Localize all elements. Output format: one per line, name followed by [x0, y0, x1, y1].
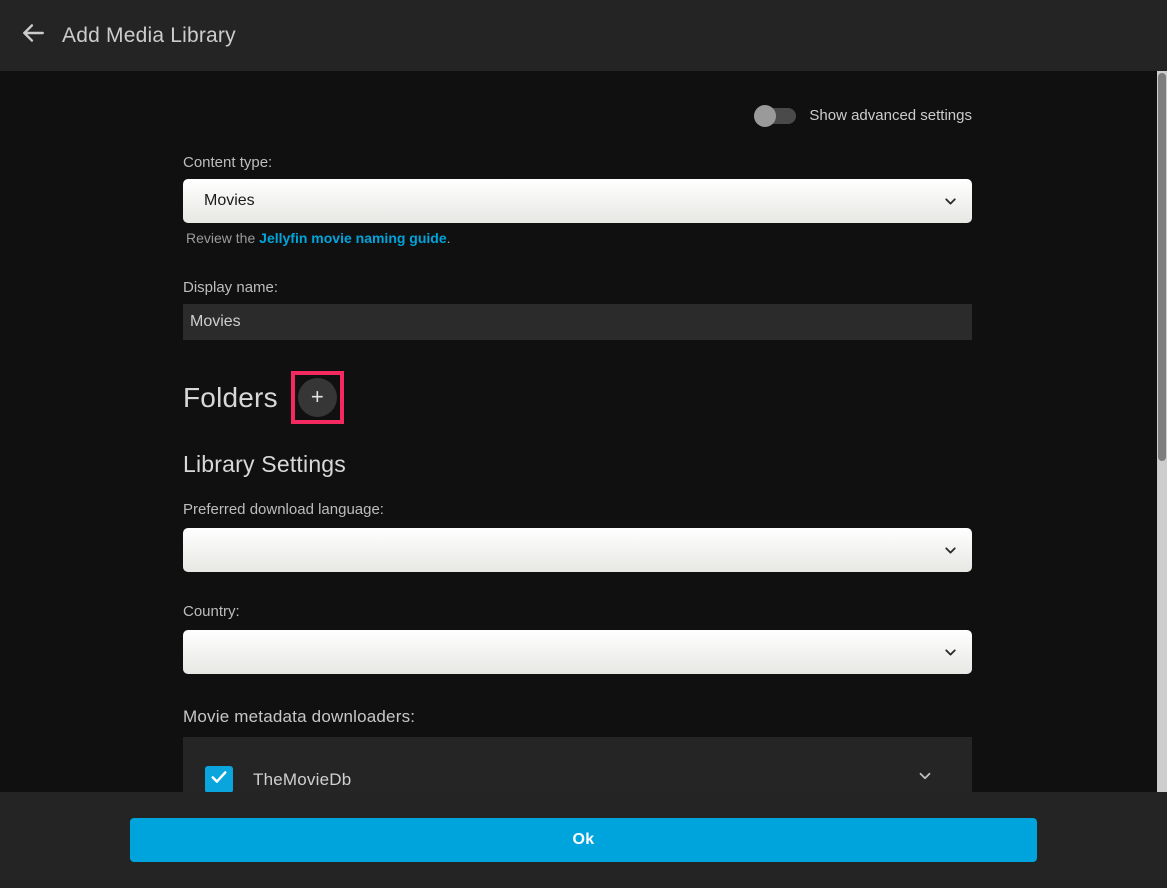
library-settings-heading: Library Settings	[183, 451, 972, 478]
preferred-language-select[interactable]	[183, 528, 972, 572]
toggle-knob	[754, 105, 776, 127]
display-name-label: Display name:	[183, 279, 972, 296]
advanced-settings-label: Show advanced settings	[809, 107, 972, 124]
add-folder-button[interactable]: +	[298, 378, 337, 417]
ok-button[interactable]: Ok	[130, 818, 1037, 862]
page-title: Add Media Library	[62, 24, 236, 48]
preferred-language-label: Preferred download language:	[183, 501, 972, 518]
display-name-input[interactable]	[183, 304, 972, 340]
add-folder-highlight-box: +	[291, 371, 344, 424]
metadata-downloaders-label: Movie metadata downloaders:	[183, 707, 972, 727]
chevron-down-icon	[942, 193, 959, 215]
chevron-down-icon	[942, 542, 959, 564]
folders-heading: Folders	[183, 382, 278, 414]
content-type-select[interactable]: Movies	[183, 179, 972, 223]
metadata-downloader-row: TheMovieDb	[205, 766, 972, 792]
metadata-downloader-name: TheMovieDb	[253, 770, 351, 790]
helper-prefix: Review the	[186, 230, 259, 246]
helper-suffix: .	[447, 230, 451, 246]
footer: Ok	[0, 792, 1167, 888]
advanced-settings-toggle[interactable]	[754, 108, 796, 124]
topbar: Add Media Library	[0, 0, 1167, 71]
arrow-left-icon	[20, 20, 46, 51]
chevron-down-icon	[942, 644, 959, 666]
advanced-settings-row: Show advanced settings	[183, 107, 972, 124]
metadata-downloader-card: TheMovieDb	[183, 737, 972, 792]
naming-guide-link[interactable]: Jellyfin movie naming guide	[259, 230, 446, 246]
naming-guide-helper: Review the Jellyfin movie naming guide.	[183, 230, 972, 246]
scrollbar[interactable]	[1157, 71, 1167, 792]
content-type-label: Content type:	[183, 154, 972, 171]
scrollbar-thumb[interactable]	[1158, 73, 1166, 461]
country-select[interactable]	[183, 630, 972, 674]
country-label: Country:	[183, 603, 972, 620]
content-type-value: Movies	[204, 192, 255, 210]
form-scroll-area: Show advanced settings Content type: Mov…	[0, 71, 1157, 792]
themoviedb-checkbox[interactable]	[205, 766, 233, 792]
checkmark-icon	[209, 767, 229, 792]
back-button[interactable]	[9, 12, 57, 60]
chevron-down-icon[interactable]	[916, 767, 934, 790]
